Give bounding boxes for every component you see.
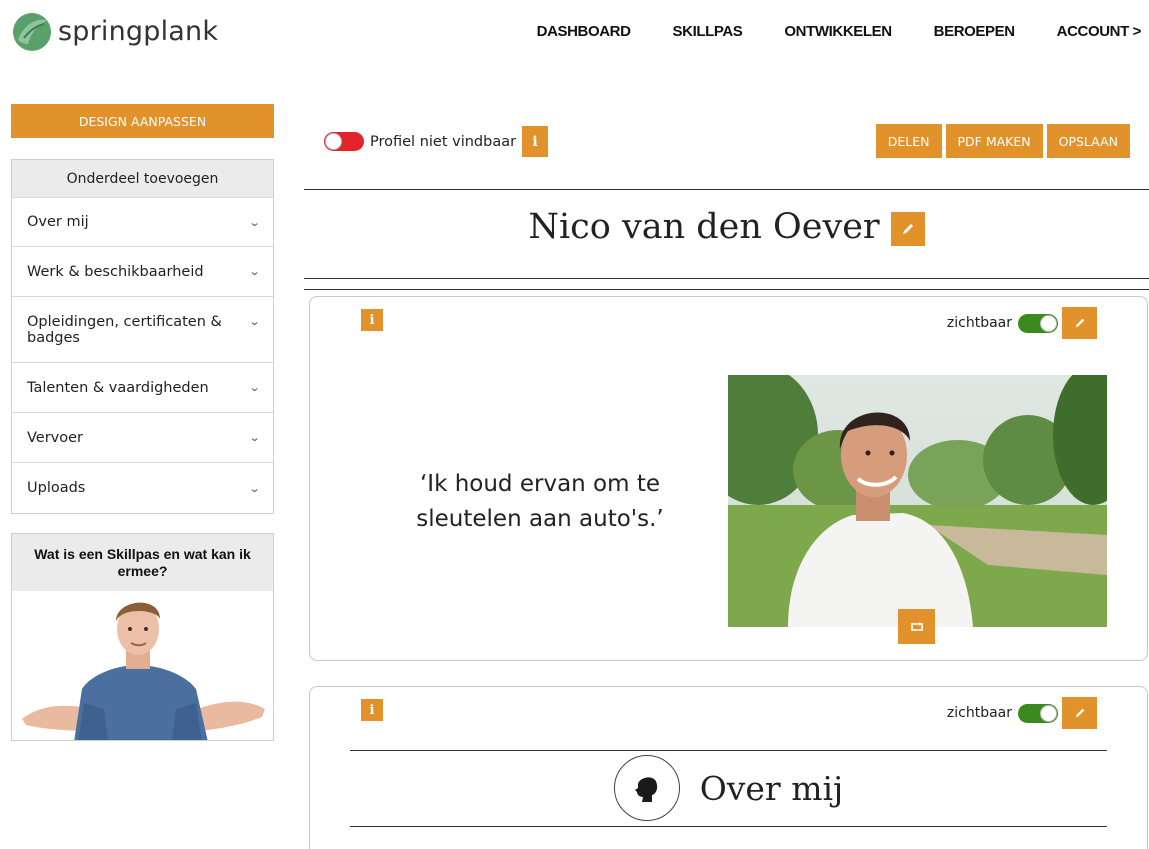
skillpas-info-card[interactable]: Wat is een Skillpas en wat kan ik ermee? [11, 533, 274, 741]
sidebar-item-label: Werk & beschikbaarheid [27, 263, 204, 280]
profile-visibility-control: Profiel niet vindbaar i [324, 126, 549, 157]
top-navigation: DASHBOARD SKILLPAS ONTWIKKELEN BEROEPEN … [537, 23, 1142, 40]
nav-beroepen[interactable]: BEROEPEN [934, 23, 1015, 40]
sidebar-item-opleidingen[interactable]: Opleidingen, certificaten & badges ⌄ [12, 297, 273, 363]
chevron-down-icon: ⌄ [248, 215, 261, 229]
profile-visibility-label: Profiel niet vindbaar [370, 133, 517, 150]
chevron-down-icon: ⌄ [248, 381, 261, 394]
divider [304, 289, 1149, 290]
profile-visibility-toggle[interactable] [324, 132, 364, 151]
sidebar-item-uploads[interactable]: Uploads ⌄ [12, 463, 273, 513]
info-icon[interactable]: i [361, 699, 383, 721]
visibility-control: zichtbaar [947, 697, 1097, 729]
nav-account[interactable]: ACCOUNT > [1057, 23, 1142, 40]
nav-skillpas[interactable]: SKILLPAS [673, 23, 743, 40]
over-mij-card: i zichtbaar Over mij [309, 686, 1148, 849]
profile-quote: ‘Ik houd ervan om te sleutelen aan auto'… [416, 471, 664, 532]
visibility-toggle[interactable] [1018, 703, 1058, 723]
nav-ontwikkelen[interactable]: ONTWIKKELEN [784, 23, 892, 40]
springplank-logo-icon [10, 10, 52, 52]
sidebar-item-vervoer[interactable]: Vervoer ⌄ [12, 413, 273, 463]
logo[interactable]: springplank [10, 10, 218, 52]
profile-name-row: Nico van den Oever [304, 207, 1149, 247]
chevron-down-icon: ⌄ [248, 265, 261, 278]
section-heading: Over mij [310, 755, 1147, 821]
visibility-label: zichtbaar [946, 315, 1012, 331]
pencil-icon[interactable] [1062, 697, 1097, 729]
sidebar-item-label: Over mij [27, 214, 89, 230]
shrugging-man-image [12, 591, 273, 740]
visibility-toggle[interactable] [1018, 313, 1058, 333]
info-icon[interactable]: i [522, 126, 549, 157]
pdf-button[interactable]: PDF MAKEN [945, 124, 1043, 158]
section-title: Over mij [699, 768, 844, 808]
info-card-title: Wat is een Skillpas en wat kan ik ermee? [12, 534, 273, 591]
chevron-down-icon: ⌄ [248, 315, 261, 328]
quote-card: i zichtbaar ‘Ik houd ervan om te sleutel… [309, 296, 1148, 661]
pencil-icon[interactable] [1062, 307, 1097, 339]
divider [304, 278, 1149, 279]
divider [350, 750, 1107, 751]
divider [304, 189, 1149, 190]
action-buttons: DELEN PDF MAKEN OPSLAAN [872, 124, 1130, 158]
sidebar-item-label: Vervoer [27, 429, 84, 446]
swap-photo-icon[interactable] [898, 609, 935, 644]
add-section-panel: Onderdeel toevoegen Over mij ⌄ Werk & be… [11, 159, 274, 514]
nav-dashboard[interactable]: DASHBOARD [537, 23, 631, 40]
sidebar-item-over-mij[interactable]: Over mij ⌄ [12, 198, 273, 247]
brand-name: springplank [58, 15, 219, 47]
visibility-control: zichtbaar [947, 307, 1097, 339]
share-button[interactable]: DELEN [875, 124, 942, 158]
sidebar-item-label: Opleidingen, certificaten & badges [27, 313, 222, 346]
visibility-label: zichtbaar [946, 705, 1012, 721]
design-aanpassen-button[interactable]: DESIGN AANPASSEN [11, 104, 274, 138]
chevron-down-icon: ⌄ [248, 481, 261, 495]
save-button[interactable]: OPSLAAN [1046, 124, 1130, 158]
add-section-title: Onderdeel toevoegen [12, 160, 273, 198]
divider [350, 826, 1107, 827]
profile-photo [728, 375, 1107, 627]
sidebar-item-label: Talenten & vaardigheden [27, 379, 209, 396]
chevron-down-icon: ⌄ [248, 431, 261, 444]
sidebar-item-talenten[interactable]: Talenten & vaardigheden ⌄ [12, 363, 273, 413]
info-icon[interactable]: i [361, 309, 383, 331]
sidebar-item-label: Uploads [27, 480, 86, 496]
profile-name: Nico van den Oever [528, 207, 880, 247]
head-profile-icon [613, 755, 680, 821]
pencil-icon[interactable] [890, 212, 925, 246]
sidebar-item-werk[interactable]: Werk & beschikbaarheid ⌄ [12, 247, 273, 297]
